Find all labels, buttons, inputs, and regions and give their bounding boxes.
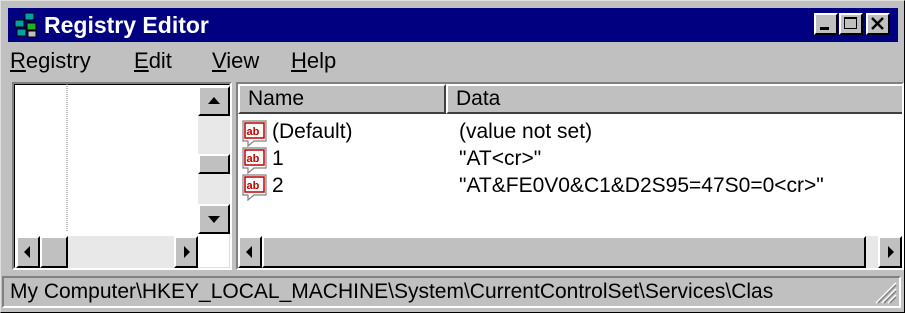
svg-text:ab: ab <box>247 126 260 138</box>
minimize-button[interactable] <box>814 13 838 35</box>
close-icon <box>871 17 884 30</box>
tree-pane[interactable] <box>12 82 232 270</box>
arrow-right-icon <box>184 246 190 258</box>
menu-edit-accel: E <box>134 48 149 73</box>
arrow-down-icon <box>208 216 220 223</box>
tree-scroll-down-button[interactable] <box>198 204 230 234</box>
value-data: "AT<cr>" <box>459 147 542 170</box>
values-list: ab (Default) (value not set) ab 1 "AT<cr… <box>238 118 902 234</box>
close-button[interactable] <box>866 13 890 35</box>
menu-registry-accel: R <box>10 48 26 73</box>
arrow-right-icon <box>888 246 894 258</box>
window-title: Registry Editor <box>44 12 209 38</box>
string-value-icon: ab <box>242 174 267 201</box>
arrow-left-icon <box>24 246 30 258</box>
menu-registry[interactable]: Registry <box>10 47 91 75</box>
value-name: (Default) <box>272 120 353 143</box>
maximize-button[interactable] <box>839 13 863 35</box>
tree-scroll-right-button[interactable] <box>174 236 198 268</box>
column-header-data[interactable]: Data <box>446 84 902 114</box>
arrow-left-icon <box>246 246 252 258</box>
values-scroll-left-button[interactable] <box>238 236 262 268</box>
menu-bar: Registry Edit View Help <box>8 44 898 78</box>
registry-editor-app-icon <box>14 12 37 38</box>
svg-text:ab: ab <box>247 180 260 192</box>
svg-text:ab: ab <box>247 153 260 165</box>
values-pane[interactable]: Name Data ab (Default) (value not set) a… <box>236 82 904 270</box>
status-bar: My Computer\HKEY_LOCAL_MACHINE\System\Cu… <box>2 276 901 308</box>
list-item[interactable]: ab 2 "AT&FE0V0&C1&D2S95=47S0=0<cr>" <box>238 172 898 201</box>
value-name: 2 <box>272 174 284 197</box>
menu-help-label: elp <box>306 48 337 73</box>
menu-view[interactable]: View <box>212 47 259 75</box>
value-name: 1 <box>272 147 284 170</box>
menu-help[interactable]: Help <box>291 47 336 75</box>
maximize-icon <box>844 17 857 29</box>
tree-scroll-up-button[interactable] <box>198 86 230 116</box>
values-scroll-right-button[interactable] <box>878 236 902 268</box>
minimize-icon <box>820 27 829 30</box>
tree-vscroll-thumb[interactable] <box>198 154 230 174</box>
value-data: "AT&FE0V0&C1&D2S95=47S0=0<cr>" <box>459 174 824 197</box>
menu-help-accel: H <box>291 48 307 73</box>
menu-edit-label: dit <box>148 48 172 73</box>
menu-view-label: iew <box>226 48 260 73</box>
list-item[interactable]: ab (Default) (value not set) <box>238 118 898 147</box>
column-header-name[interactable]: Name <box>238 84 446 114</box>
tree-guide-line <box>66 84 68 232</box>
arrow-up-icon <box>208 97 220 104</box>
title-bar[interactable]: Registry Editor <box>8 8 898 42</box>
tree-hscroll-thumb[interactable] <box>40 236 68 268</box>
menu-edit[interactable]: Edit <box>134 47 172 75</box>
string-value-icon: ab <box>242 147 267 174</box>
registry-editor-window: Registry Editor Registry Edit View Help <box>0 0 905 313</box>
menu-registry-label: egistry <box>25 48 91 73</box>
list-item[interactable]: ab 1 "AT<cr>" <box>238 145 898 174</box>
string-value-icon: ab <box>242 120 267 147</box>
tree-scroll-left-button[interactable] <box>16 236 40 268</box>
value-data: (value not set) <box>459 120 593 143</box>
resize-grip-icon[interactable] <box>871 278 897 304</box>
status-path: My Computer\HKEY_LOCAL_MACHINE\System\Cu… <box>10 280 774 303</box>
menu-view-accel: V <box>212 48 227 73</box>
values-hscroll-thumb[interactable] <box>262 236 866 268</box>
